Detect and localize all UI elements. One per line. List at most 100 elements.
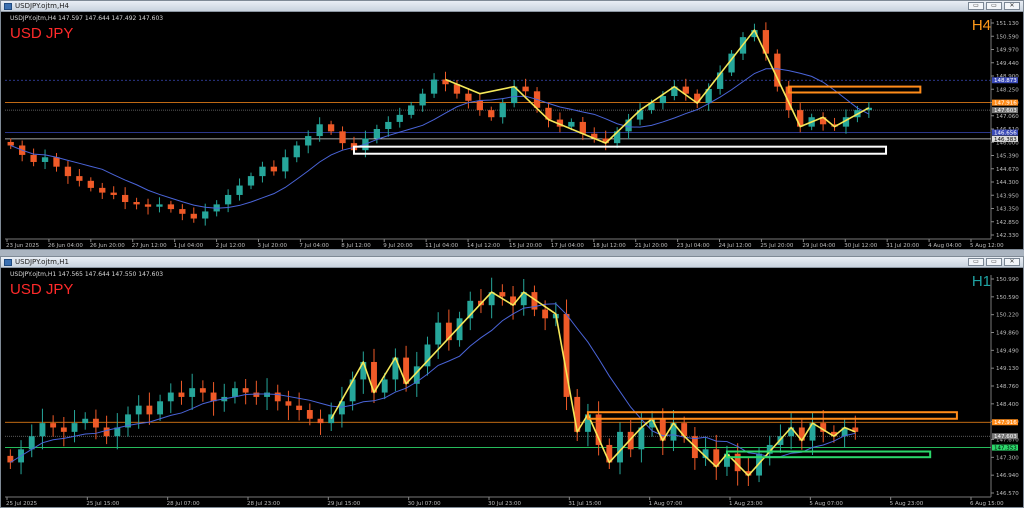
price-tick-label: 149.860 <box>996 331 1019 337</box>
candle-body <box>199 388 206 393</box>
candle-body <box>306 410 313 419</box>
time-tick-label: 25 Jul 2025 <box>6 501 38 507</box>
candle-body <box>430 79 438 94</box>
timeframe-label: H1 <box>971 273 991 290</box>
time-tick-label: 25 Jul 15:00 <box>86 501 119 507</box>
candle-body <box>373 129 381 139</box>
candle-body <box>349 379 356 402</box>
candle-body <box>224 194 232 205</box>
candle-body <box>465 93 472 101</box>
time-tick-label: 9 Jul 20:00 <box>383 243 413 249</box>
candle-body <box>316 124 323 137</box>
symbol-label: USD JPY <box>10 281 74 298</box>
candle-body <box>327 124 335 132</box>
time-tick-label: 30 Jul 07:00 <box>408 501 441 507</box>
candle-body <box>179 209 186 214</box>
candle-body <box>499 292 506 297</box>
candle-body <box>659 96 667 104</box>
time-tick-label: 5 Aug 23:00 <box>890 501 924 507</box>
price-tick-label: 146.570 <box>996 491 1019 497</box>
candle-body <box>385 121 392 129</box>
candle-body <box>274 392 281 402</box>
candle-body <box>270 166 278 172</box>
candle-body <box>617 431 623 463</box>
time-tick-label: 18 Jul 12:00 <box>593 243 626 249</box>
candle-body <box>381 379 388 393</box>
price-tick-label: 142.330 <box>996 233 1019 239</box>
price-level-label: 147.916 <box>994 101 1017 107</box>
chart-window-h4[interactable]: USDJPY.ojtm,H4 ▭ ▭ ✕ 151.130 150.590 149.9… <box>0 0 1024 250</box>
time-tick-label: 28 Jul 07:00 <box>167 501 200 507</box>
price-tick-label: 149.440 <box>996 61 1019 67</box>
candle-body <box>488 110 495 118</box>
symbol-label: USD JPY <box>10 25 74 42</box>
time-tick-label: 21 Jul 20:00 <box>635 243 668 249</box>
candle-body <box>41 157 49 162</box>
price-tick-label: 147.060 <box>996 114 1019 120</box>
candle-body <box>396 114 403 122</box>
price-tick-label: 148.760 <box>996 384 1019 390</box>
candle-body <box>797 110 804 127</box>
candle-body <box>435 322 442 345</box>
price-tick-label: 150.220 <box>996 313 1019 319</box>
candle-body <box>121 194 129 203</box>
candle-body <box>30 154 37 162</box>
price-tick-label: 149.130 <box>996 366 1019 372</box>
time-tick-label: 14 Jul 12:00 <box>467 243 500 249</box>
zigzag-line <box>330 291 856 477</box>
time-tick-label: 8 Jul 12:00 <box>341 243 371 249</box>
candle-body <box>542 309 549 319</box>
orange-zone-box <box>586 411 958 420</box>
candle-body <box>167 392 174 402</box>
time-tick-label: 23 Jul 04:00 <box>677 243 710 249</box>
orange-zone-box <box>787 85 922 94</box>
candle-body <box>157 401 164 415</box>
price-tick-label: 144.670 <box>996 167 1019 173</box>
candle-body <box>103 427 110 437</box>
candle-body <box>39 423 46 437</box>
candle-body <box>293 145 300 158</box>
candle-body <box>282 157 289 172</box>
candle-body <box>178 392 185 397</box>
candle-body <box>82 418 89 424</box>
time-tick-label: 1 Jul 04:00 <box>174 243 204 249</box>
time-tick-label: 26 Jun 04:00 <box>48 243 83 249</box>
time-tick-label: 11 Jul 04:00 <box>425 243 458 249</box>
ohlc-readout: USDJPY.ojtm,H4 147.597 147.644 147.492 1… <box>10 15 164 22</box>
time-tick-label: 1 Aug 23:00 <box>729 501 763 507</box>
candle-body <box>339 131 346 144</box>
time-tick-label: 4 Aug 04:00 <box>928 243 962 249</box>
price-level-label: 148.873 <box>994 78 1017 84</box>
candle-body <box>189 388 196 397</box>
candle-body <box>156 204 163 207</box>
price-level-label: 147.603 <box>994 108 1017 114</box>
candle-body <box>242 388 249 393</box>
chart-canvas-h1[interactable]: 150.990 150.590 150.220 149.860 149.490 149.1… <box>1 257 1023 507</box>
price-tick-label: 144.300 <box>996 180 1019 186</box>
time-tick-label: 23 Jun 2025 <box>6 243 40 249</box>
moving-average-line <box>10 303 856 463</box>
price-tick-label: 145.390 <box>996 154 1019 160</box>
chart-canvas-h4[interactable]: 151.130150.590149.970149.440148.900148.2… <box>1 1 1023 249</box>
timeframe-label: H4 <box>971 17 991 34</box>
candle-body <box>317 418 324 424</box>
time-tick-label: 3 Jul 20:00 <box>257 243 287 249</box>
time-tick-label: 17 Jul 04:00 <box>551 243 584 249</box>
price-level-label: 147.353 <box>994 446 1017 452</box>
price-tick-label: 150.990 <box>996 277 1019 283</box>
price-tick-label: 148.400 <box>996 402 1019 408</box>
time-tick-label: 31 Jul 15:00 <box>568 501 601 507</box>
time-tick-label: 2 Jul 12:00 <box>216 243 246 249</box>
price-level-label: 146.656 <box>994 131 1017 137</box>
ohlc-readout: USDJPY.ojtm,H1 147.565 147.644 147.550 1… <box>10 271 164 278</box>
candle-body <box>259 166 266 177</box>
candle-body <box>28 436 35 450</box>
time-tick-label: 29 Jul 15:00 <box>327 501 360 507</box>
chart-window-h1[interactable]: USDJPY.ojtm,H1 ▭ ▭ ✕ 150.990 150.590 150.2… <box>0 256 1024 508</box>
price-tick-label: 148.250 <box>996 87 1019 93</box>
price-tick-label: 149.490 <box>996 348 1019 354</box>
price-level-label: 147.916 <box>994 420 1017 426</box>
candle-body <box>499 103 506 118</box>
price-tick-label: 150.590 <box>996 295 1019 301</box>
candle-body <box>144 204 152 207</box>
